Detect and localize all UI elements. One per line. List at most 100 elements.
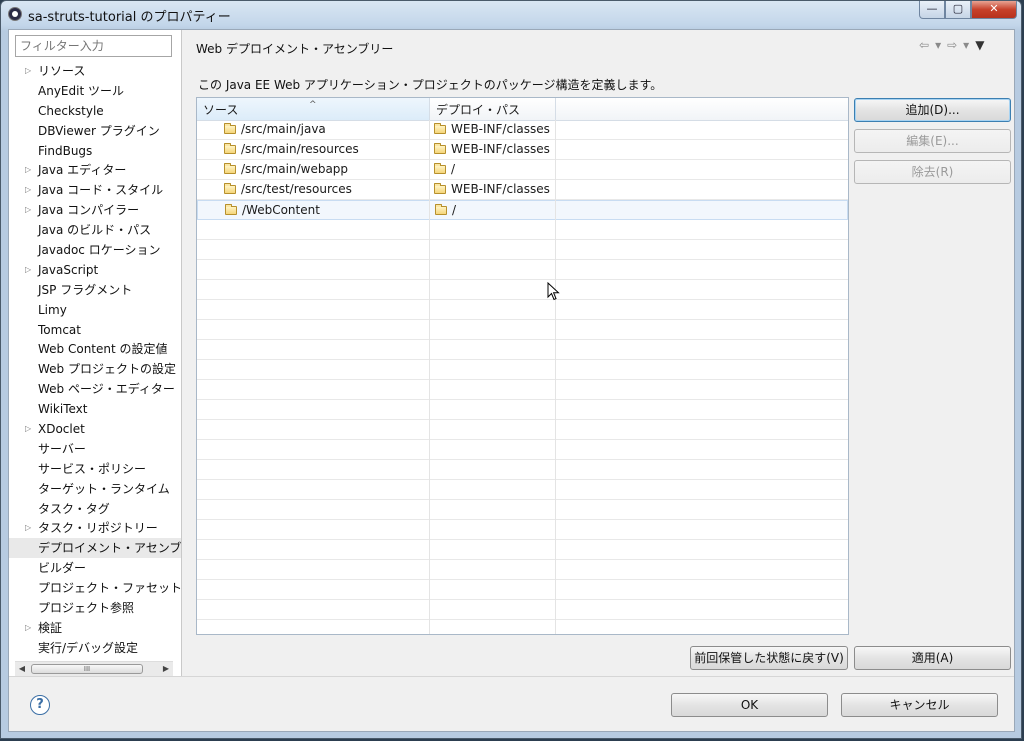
tree-item[interactable]: 実行/デバッグ設定 xyxy=(9,638,181,658)
table-row xyxy=(197,540,848,560)
view-menu-icon[interactable]: ▼ xyxy=(975,38,984,52)
edit-button[interactable]: 編集(E)... xyxy=(854,129,1011,153)
tree-item[interactable]: JSP フラグメント xyxy=(9,280,181,300)
deployment-assembly-table: ^ ソース デプロイ・パス /src/main/java WEB-INF/clas… xyxy=(196,97,849,635)
tree-item-label: タスク・タグ xyxy=(38,501,110,516)
tree-item-label: Web Content の設定値 xyxy=(38,342,168,357)
expand-arrow-icon[interactable]: ▷ xyxy=(25,180,31,200)
table-row xyxy=(197,400,848,420)
title-bar[interactable]: sa-struts-tutorial のプロパティー — ▢ ✕ xyxy=(1,1,1021,27)
tree-item[interactable]: ▷ タスク・リポジトリー xyxy=(9,518,181,538)
help-icon[interactable]: ? xyxy=(30,695,50,715)
table-row xyxy=(197,580,848,600)
tree-item[interactable]: Web プロジェクトの設定 xyxy=(9,359,181,379)
folder-icon xyxy=(224,143,236,154)
table-row xyxy=(197,620,848,634)
ok-button[interactable]: OK xyxy=(671,693,828,717)
tree-item[interactable]: ▷ JavaScript xyxy=(9,260,181,280)
source-cell: /src/main/resources xyxy=(224,140,359,159)
scroll-left-icon[interactable]: ◀ xyxy=(15,662,29,676)
tree-item[interactable]: Limy xyxy=(9,300,181,320)
table-row[interactable]: /src/main/java WEB-INF/classes xyxy=(197,120,848,140)
column-header-source[interactable]: ^ ソース xyxy=(197,98,430,120)
add-button[interactable]: 追加(D)... xyxy=(854,98,1011,122)
minimize-button[interactable]: — xyxy=(919,1,945,19)
tree-item[interactable]: Web ページ・エディター xyxy=(9,379,181,399)
tree-item-label: Java のビルド・パス xyxy=(38,223,152,238)
tree-item[interactable]: Tomcat xyxy=(9,320,181,340)
folder-icon xyxy=(225,204,237,215)
tree-item[interactable]: サーバー xyxy=(9,439,181,459)
tree-item[interactable]: Web Content の設定値 xyxy=(9,339,181,359)
tree-item[interactable]: プロジェクト・ファセット xyxy=(9,578,181,598)
tree-item-label: AnyEdit ツール xyxy=(38,83,124,98)
scroll-thumb[interactable]: III xyxy=(31,664,143,674)
tree-item[interactable]: ▷ 検証 xyxy=(9,618,181,638)
table-row[interactable]: /src/main/webapp / xyxy=(197,160,848,180)
tree-item-label: DBViewer プラグイン xyxy=(38,123,160,138)
expand-arrow-icon[interactable]: ▷ xyxy=(25,61,31,81)
tree-item[interactable]: AnyEdit ツール xyxy=(9,81,181,101)
expand-arrow-icon[interactable]: ▷ xyxy=(25,160,31,180)
source-cell: /src/main/java xyxy=(224,120,326,139)
expand-arrow-icon[interactable]: ▷ xyxy=(25,419,31,439)
tree-item[interactable]: ▷ Java コンパイラー xyxy=(9,200,181,220)
close-button[interactable]: ✕ xyxy=(971,1,1017,19)
column-header-deploy-path[interactable]: デプロイ・パス xyxy=(430,98,556,120)
maximize-button[interactable]: ▢ xyxy=(945,1,971,19)
tree-item-label: Tomcat xyxy=(38,322,81,337)
deploy-path: WEB-INF/classes xyxy=(451,142,550,156)
dialog-client: ▷ リソース AnyEdit ツール Checkstyle DBViewer プラグイン… xyxy=(8,29,1015,732)
tree-item[interactable]: Javadoc ロケーション xyxy=(9,240,181,260)
tree-item[interactable]: ビルダー xyxy=(9,558,181,578)
tree-item[interactable]: ターゲット・ランタイム xyxy=(9,479,181,499)
tree-item[interactable]: ▷ リソース xyxy=(9,61,181,81)
deploy-path: WEB-INF/classes xyxy=(451,122,550,136)
tree-item[interactable]: Checkstyle xyxy=(9,101,181,121)
deploy-path-cell: / xyxy=(434,160,455,179)
scroll-right-icon[interactable]: ▶ xyxy=(159,662,173,676)
revert-button[interactable]: 前回保管した状態に戻す(V) xyxy=(690,646,848,670)
tree-item[interactable]: WikiText xyxy=(9,399,181,419)
deploy-path: / xyxy=(452,203,457,217)
source-path: /src/test/resources xyxy=(241,182,352,196)
tree-item[interactable]: タスク・タグ xyxy=(9,499,181,519)
tree-item-label: JSP フラグメント xyxy=(38,282,133,297)
expand-arrow-icon[interactable]: ▷ xyxy=(25,260,31,280)
remove-button[interactable]: 除去(R) xyxy=(854,160,1011,184)
tree-item[interactable]: デプロイメント・アセンブ xyxy=(9,538,181,559)
apply-button[interactable]: 適用(A) xyxy=(854,646,1011,670)
table-row[interactable]: /src/test/resources WEB-INF/classes xyxy=(197,180,848,200)
forward-menu-icon[interactable]: ▾ xyxy=(963,38,969,52)
back-menu-icon[interactable]: ▾ xyxy=(935,38,941,52)
table-row[interactable]: /WebContent / xyxy=(197,200,848,220)
column-header-empty[interactable] xyxy=(556,98,848,120)
folder-icon xyxy=(224,163,236,174)
tree-item-label: Java コンパイラー xyxy=(38,203,140,218)
tree-item[interactable]: プロジェクト参照 xyxy=(9,598,181,618)
tree-item[interactable]: ▷ Java コード・スタイル xyxy=(9,180,181,200)
tree-item[interactable]: ▷ Java エディター xyxy=(9,160,181,180)
tree-item[interactable]: ▷ XDoclet xyxy=(9,419,181,439)
column-header-label: デプロイ・パス xyxy=(436,103,521,117)
expand-arrow-icon[interactable]: ▷ xyxy=(25,618,31,638)
tree-item[interactable]: サービス・ポリシー xyxy=(9,459,181,479)
tree-item[interactable]: DBViewer プラグイン xyxy=(9,121,181,141)
filter-input[interactable] xyxy=(15,35,172,57)
table-header: ^ ソース デプロイ・パス xyxy=(197,98,848,121)
source-path: /src/main/java xyxy=(241,122,326,136)
expand-arrow-icon[interactable]: ▷ xyxy=(25,200,31,220)
forward-arrow-icon[interactable]: ⇨ xyxy=(947,38,957,52)
expand-arrow-icon[interactable]: ▷ xyxy=(25,518,31,538)
back-arrow-icon[interactable]: ⇦ xyxy=(919,38,929,52)
tree-item-label: デプロイメント・アセンブ xyxy=(38,541,181,556)
deploy-path-cell: WEB-INF/classes xyxy=(434,140,550,159)
tree-item-label: WikiText xyxy=(38,402,88,417)
tree-item[interactable]: FindBugs xyxy=(9,141,181,161)
table-row[interactable]: /src/main/resources WEB-INF/classes xyxy=(197,140,848,160)
deploy-path: WEB-INF/classes xyxy=(451,182,550,196)
tree-horizontal-scrollbar[interactable]: ◀ III ▶ xyxy=(15,661,173,676)
cancel-button[interactable]: キャンセル xyxy=(841,693,998,717)
tree-item[interactable]: Java のビルド・パス xyxy=(9,220,181,240)
folder-icon xyxy=(224,123,236,134)
